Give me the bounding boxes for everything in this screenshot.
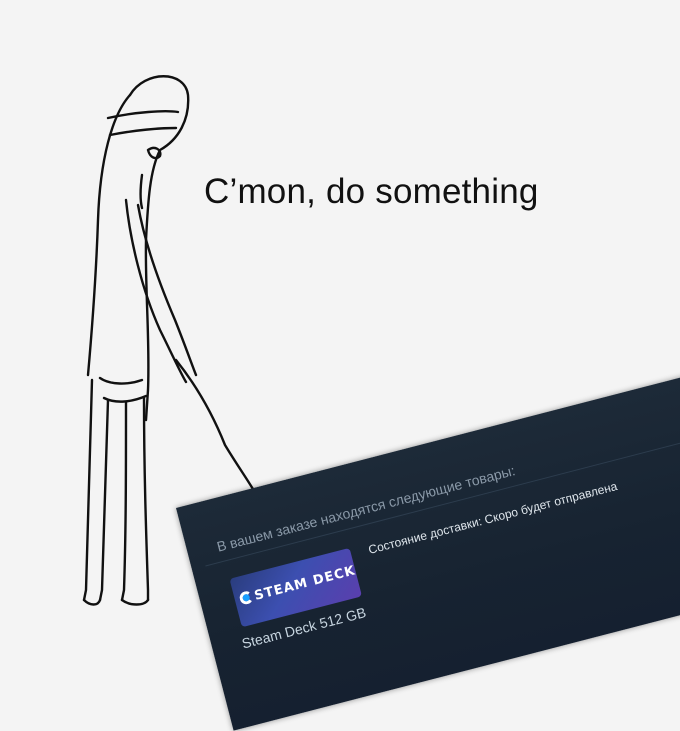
meme-caption: C’mon, do something xyxy=(204,172,539,211)
thumbnail-logo-text: STEAM DECK xyxy=(252,563,358,604)
